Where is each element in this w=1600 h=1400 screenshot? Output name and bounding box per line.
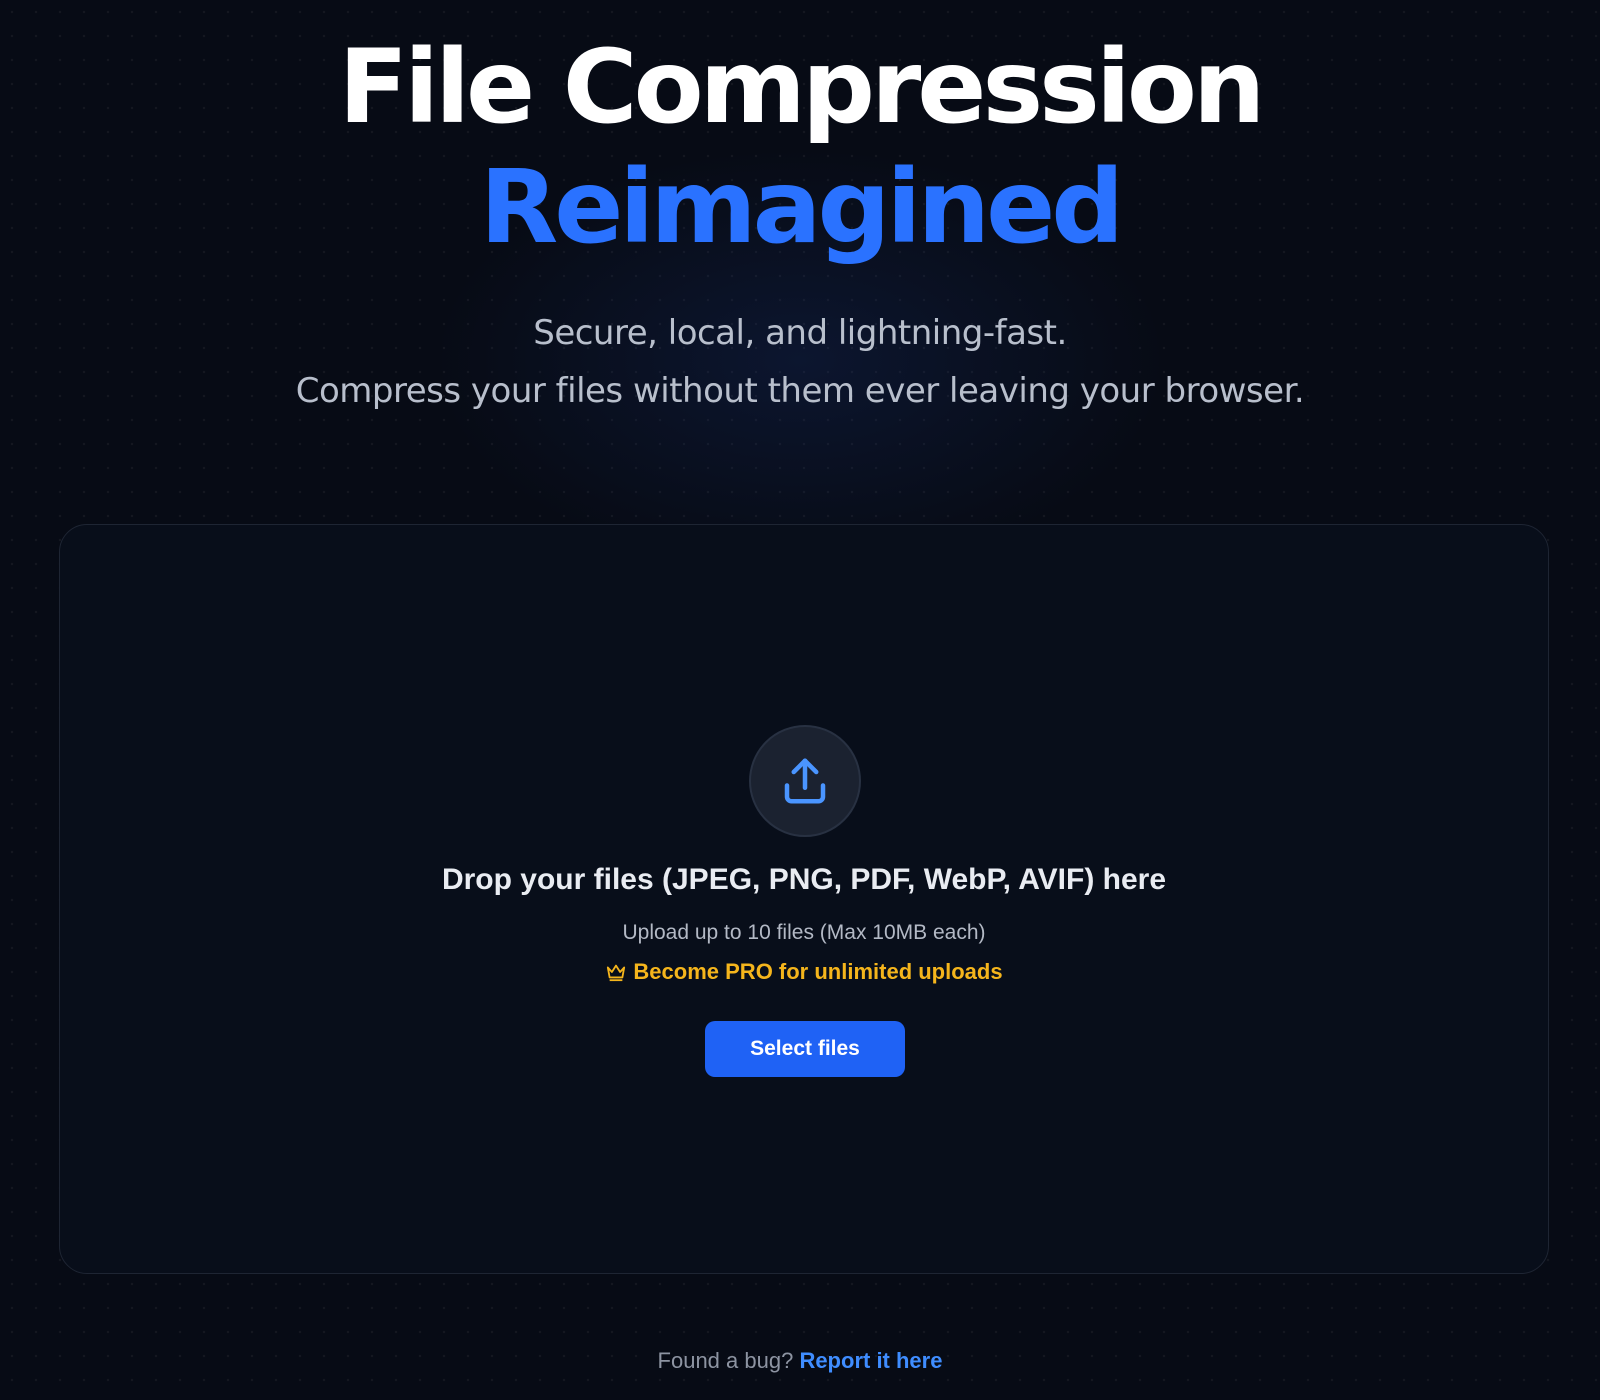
upload-limit-text: Upload up to 10 files (Max 10MB each) <box>622 921 986 944</box>
page-title: File Compression Reimagined <box>0 28 1600 268</box>
upload-icon-circle <box>749 725 861 837</box>
file-dropzone[interactable]: Drop your files (JPEG, PNG, PDF, WebP, A… <box>59 524 1549 1274</box>
hero: File Compression Reimagined Secure, loca… <box>0 28 1600 420</box>
upload-icon <box>784 758 826 804</box>
subtitle-line-1: Secure, local, and lightning-fast. <box>533 313 1067 353</box>
subtitle: Secure, local, and lightning-fast. Compr… <box>0 304 1600 420</box>
select-files-button[interactable]: Select files <box>705 1021 905 1077</box>
footer: Found a bug? Report it here <box>0 1348 1600 1374</box>
subtitle-line-2: Compress your files without them ever le… <box>295 371 1305 411</box>
title-line-1: File Compression <box>338 28 1265 147</box>
become-pro-link[interactable]: Become PRO for unlimited uploads <box>60 959 1548 985</box>
crown-icon <box>607 964 626 982</box>
footer-question: Found a bug? <box>657 1348 794 1373</box>
report-bug-link[interactable]: Report it here <box>799 1348 942 1373</box>
title-line-2: Reimagined <box>479 148 1125 267</box>
become-pro-label: Become PRO for unlimited uploads <box>633 959 1003 984</box>
dropzone-title: Drop your files (JPEG, PNG, PDF, WebP, A… <box>441 863 1167 896</box>
